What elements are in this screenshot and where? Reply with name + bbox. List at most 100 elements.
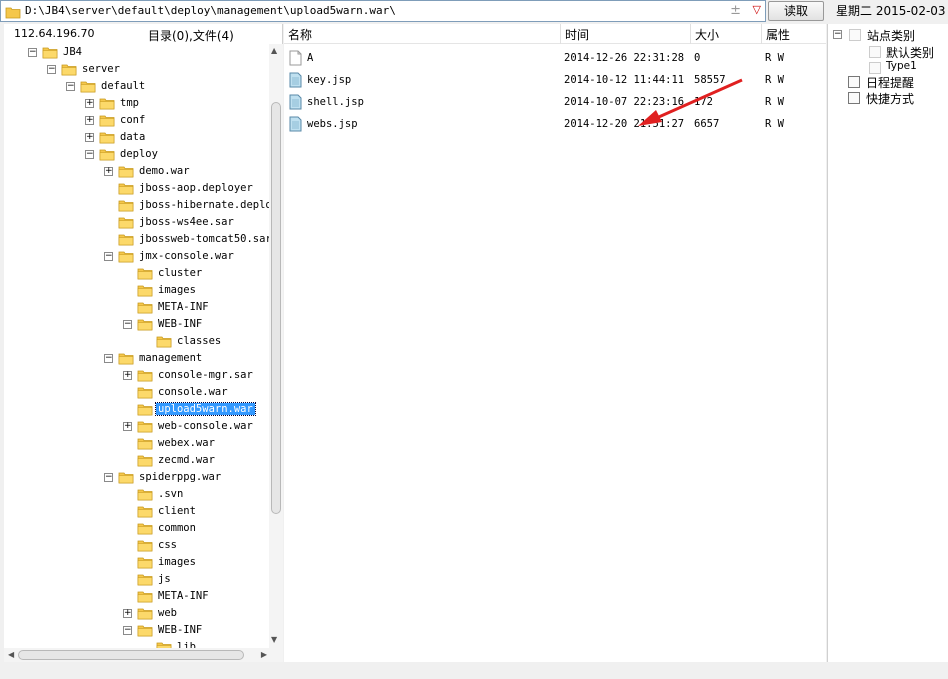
tree-item-label[interactable]: client	[156, 505, 198, 517]
tree-item-label[interactable]: WEB-INF	[156, 624, 204, 636]
collapse-icon[interactable]: −	[85, 150, 94, 159]
folder-icon	[137, 386, 153, 402]
column-size[interactable]: 大小	[695, 26, 719, 43]
scroll-left-icon[interactable]: ◀	[8, 650, 14, 659]
path-text[interactable]: D:\JB4\server\default\deploy\management\…	[25, 4, 396, 17]
folder-icon	[137, 318, 153, 334]
tree-item-label[interactable]: common	[156, 522, 198, 534]
tree-item-label[interactable]: webex.war	[156, 437, 217, 449]
scrollbar-thumb[interactable]	[18, 650, 244, 660]
file-size: 0	[694, 52, 701, 64]
directory-panel: 112.64.196.70 目录(0),文件(4) − JB4− server − de…	[4, 24, 283, 662]
tree-vertical-scrollbar[interactable]: ▲ ▼	[269, 44, 283, 662]
tree-item-label[interactable]: META-INF	[156, 590, 211, 602]
tree-item-label[interactable]: WEB-INF	[156, 318, 204, 330]
tree-item-label[interactable]: lib	[175, 641, 198, 648]
collapse-icon[interactable]: −	[28, 48, 37, 57]
tree-item-label[interactable]: jbossweb-tomcat50.sar	[137, 233, 269, 245]
path-bar[interactable]: D:\JB4\server\default\deploy\management\…	[0, 0, 766, 22]
folder-icon	[137, 403, 153, 419]
tree-item-label[interactable]: js	[156, 573, 173, 585]
tree-item-label[interactable]: jboss-ws4ee.sar	[137, 216, 236, 228]
tree-item-label[interactable]: jmx-console.war	[137, 250, 236, 262]
folder-icon	[118, 352, 134, 368]
tree-item-label[interactable]: META-INF	[156, 301, 211, 313]
column-time[interactable]: 时间	[565, 26, 589, 43]
expand-icon[interactable]: +	[123, 609, 132, 618]
folder-icon	[137, 420, 153, 436]
jsp-file-icon	[289, 72, 302, 91]
directory-tree[interactable]: − JB4− server − default + tmp + conf + data − deploy…	[4, 44, 269, 648]
expand-icon[interactable]: +	[123, 422, 132, 431]
site-item-label[interactable]: 默认类别	[886, 44, 934, 61]
folder-icon	[118, 233, 134, 249]
folder-icon	[61, 63, 77, 79]
site-item-label[interactable]: 快捷方式	[866, 90, 914, 107]
file-time: 2014-12-26 22:31:28	[564, 52, 685, 64]
tree-item-label[interactable]: web-console.war	[156, 420, 255, 432]
expand-icon[interactable]: +	[104, 167, 113, 176]
tree-item-label[interactable]: css	[156, 539, 179, 551]
folder-icon	[156, 335, 172, 351]
tree-item-label[interactable]: images	[156, 556, 198, 568]
folder-icon	[80, 80, 96, 96]
site-item-label[interactable]: Type1	[886, 60, 917, 72]
tree-item-label[interactable]: console.war	[156, 386, 230, 398]
scrollbar-thumb[interactable]	[271, 102, 281, 514]
collapse-icon[interactable]: −	[104, 473, 113, 482]
collapse-icon[interactable]: −	[833, 30, 842, 39]
tree-item-label[interactable]: images	[156, 284, 198, 296]
collapse-icon[interactable]: −	[66, 82, 75, 91]
tree-item-label[interactable]: zecmd.war	[156, 454, 217, 466]
checkbox-icon[interactable]	[869, 62, 881, 74]
folder-icon	[118, 471, 134, 487]
file-row[interactable]: A 2014-12-26 22:31:28 0 R W	[284, 47, 826, 69]
tree-item-label[interactable]: upload5warn.war	[155, 402, 256, 416]
read-button[interactable]: 读取	[768, 1, 824, 21]
collapse-icon[interactable]: −	[47, 65, 56, 74]
collapse-icon[interactable]: −	[104, 252, 113, 261]
expand-icon[interactable]: +	[85, 116, 94, 125]
tree-item-label[interactable]: JB4	[61, 46, 84, 58]
scroll-up-icon[interactable]: ▲	[271, 46, 277, 55]
tree-item-label[interactable]: console-mgr.sar	[156, 369, 255, 381]
site-item-label[interactable]: 日程提醒	[866, 74, 914, 91]
column-attributes[interactable]: 属性	[766, 26, 790, 43]
folder-icon	[137, 539, 153, 555]
tree-item-label[interactable]: conf	[118, 114, 147, 126]
expand-icon[interactable]: +	[123, 371, 132, 380]
tree-horizontal-scrollbar[interactable]: ◀ ▶	[4, 648, 269, 662]
collapse-icon[interactable]: −	[123, 320, 132, 329]
chevron-down-icon[interactable]: ▽	[753, 3, 761, 16]
tree-item-label[interactable]: jboss-hibernate.deployer	[137, 199, 269, 211]
tree-item-label[interactable]: data	[118, 131, 147, 143]
expand-icon[interactable]: +	[85, 133, 94, 142]
tree-item-label[interactable]: jboss-aop.deployer	[137, 182, 255, 194]
tree-item-label[interactable]: cluster	[156, 267, 204, 279]
scroll-right-icon[interactable]: ▶	[261, 650, 267, 659]
collapse-icon[interactable]: −	[104, 354, 113, 363]
checkbox-icon[interactable]	[869, 46, 881, 58]
column-name[interactable]: 名称	[288, 26, 312, 43]
tree-item-label[interactable]: server	[80, 63, 122, 75]
tree-item-label[interactable]: classes	[175, 335, 223, 347]
tree-item-label[interactable]: management	[137, 352, 204, 364]
site-item-label[interactable]: 站点类别	[867, 27, 915, 44]
folder-icon	[137, 437, 153, 453]
folder-icon	[137, 607, 153, 623]
tree-item-label[interactable]: web	[156, 607, 179, 619]
tree-item-label[interactable]: .svn	[156, 488, 185, 500]
tree-item-label[interactable]: tmp	[118, 97, 141, 109]
clock-icon[interactable]: ±	[730, 3, 741, 18]
collapse-icon[interactable]: −	[123, 626, 132, 635]
folder-icon	[137, 556, 153, 572]
tree-item-label[interactable]: deploy	[118, 148, 160, 160]
file-name: shell.jsp	[307, 96, 364, 108]
file-attr: R W	[765, 118, 784, 130]
scroll-down-icon[interactable]: ▼	[271, 635, 277, 644]
file-attr: R W	[765, 52, 784, 64]
tree-item-label[interactable]: spiderppg.war	[137, 471, 223, 483]
expand-icon[interactable]: +	[85, 99, 94, 108]
tree-item-label[interactable]: default	[99, 80, 147, 92]
tree-item-label[interactable]: demo.war	[137, 165, 192, 177]
